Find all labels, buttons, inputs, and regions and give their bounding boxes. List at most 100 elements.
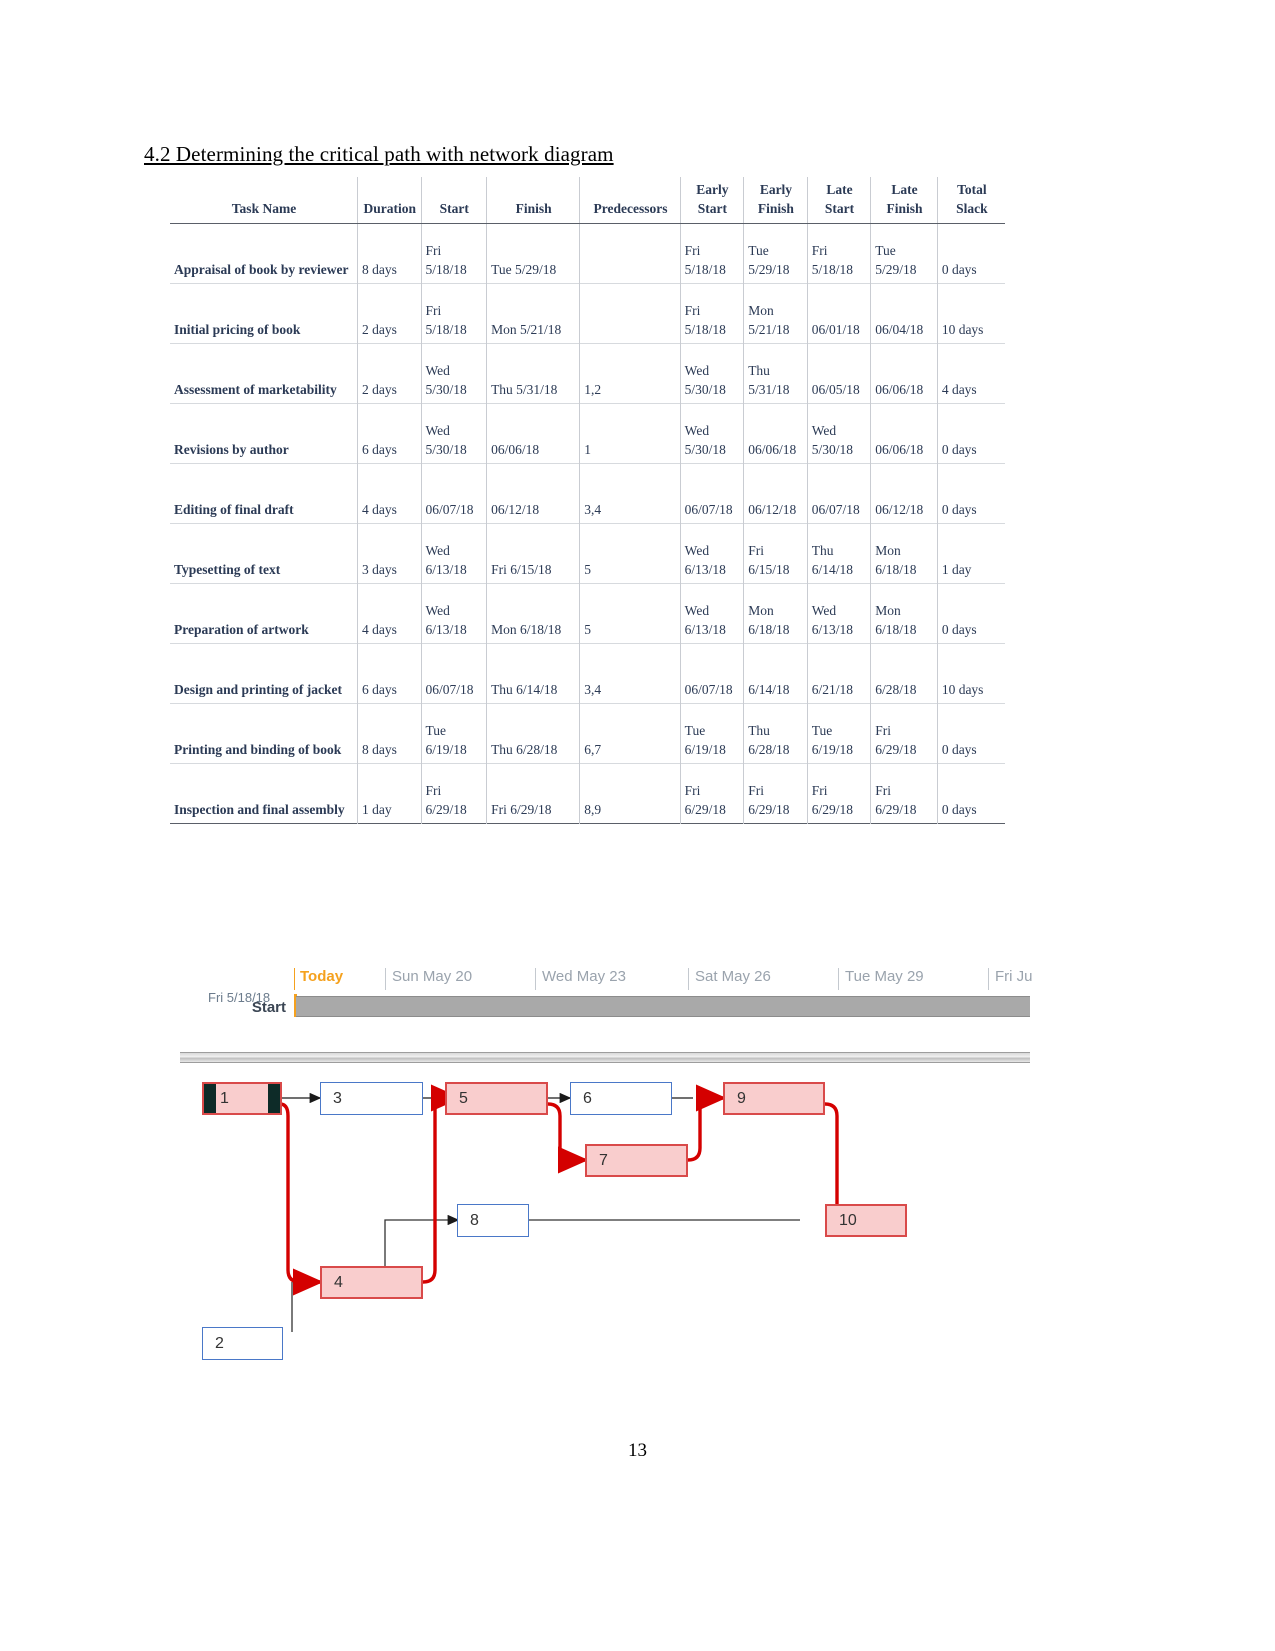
- timescale-tick: [688, 968, 689, 990]
- network-node-2[interactable]: 2: [202, 1327, 283, 1360]
- table-row[interactable]: Initial pricing of book 2 days Fri 5/18/18…: [170, 283, 1005, 344]
- table-row[interactable]: Revisions by author 6 days Wed 5/30/18 06/0…: [170, 403, 1005, 464]
- pane-splitter[interactable]: [180, 1052, 1030, 1063]
- node-label: 7: [599, 1151, 608, 1169]
- network-node-5[interactable]: 5: [445, 1082, 548, 1115]
- gantt-start-date: Fri 5/18/18: [208, 990, 271, 1005]
- cell-late-start: 06/01/18: [806, 283, 871, 344]
- cell-late-finish: 06/12/18: [870, 463, 938, 524]
- cell-finish: Fri 6/15/18: [486, 523, 580, 584]
- cell-task-name: Preparation of artwork: [174, 622, 309, 638]
- network-node-4[interactable]: 4: [320, 1266, 423, 1299]
- cell-duration: 8 days: [356, 703, 421, 764]
- table-row[interactable]: Appraisal of book by reviewer 8 days Fri 5…: [170, 223, 1005, 284]
- cell-predecessors: 8,9: [579, 763, 681, 824]
- cell-early-start: Wed 6/13/18: [679, 523, 744, 584]
- timescale-tick: [988, 968, 989, 990]
- cell-early-finish: Mon 5/21/18: [743, 283, 808, 344]
- cell-duration: 8 days: [356, 223, 421, 284]
- table-row[interactable]: Preparation of artwork 4 days Wed 6/13/18 M…: [170, 583, 1005, 644]
- cell-early-finish: 06/06/18: [743, 403, 808, 464]
- table-row[interactable]: Inspection and final assembly 1 day Fri 6/…: [170, 763, 1005, 824]
- cell-task-name: Revisions by author: [174, 442, 289, 458]
- cell-late-finish: Mon 6/18/18: [870, 583, 938, 644]
- schedule-table-container: Task Name Duration Start Finish Predeces…: [170, 177, 1005, 824]
- cell-late-finish: Tue 5/29/18: [870, 223, 938, 284]
- cell-late-start: 6/21/18: [806, 643, 871, 704]
- column-header-start: Start: [420, 177, 487, 225]
- timescale-tick: [385, 968, 386, 990]
- network-node-3[interactable]: 3: [320, 1082, 423, 1115]
- cell-late-start: Thu 6/14/18: [806, 523, 871, 584]
- cell-duration: 3 days: [356, 523, 421, 584]
- table-row[interactable]: Assessment of marketability 2 days Wed 5/3…: [170, 343, 1005, 404]
- column-header-task-name: Task Name: [170, 177, 358, 225]
- node-label: 10: [839, 1211, 857, 1229]
- cell-task-name: Initial pricing of book: [174, 322, 301, 338]
- gantt-summary-bar[interactable]: [296, 996, 1030, 1017]
- cell-total-slack: 0 days: [936, 403, 1005, 464]
- cell-predecessors: 3,4: [579, 643, 681, 704]
- column-header-early-finish: Early Finish: [743, 177, 808, 225]
- cell-finish: 06/06/18: [486, 403, 580, 464]
- network-node-8[interactable]: 8: [457, 1204, 529, 1237]
- node-selection-handle-right: [268, 1084, 280, 1113]
- cell-duration: 6 days: [356, 403, 421, 464]
- timescale-label-row: Today Sun May 20 Wed May 23 Sat May 26 T…: [180, 958, 1033, 992]
- cell-late-start: 06/05/18: [806, 343, 871, 404]
- timescale-label-today: Today: [300, 968, 344, 985]
- cell-start: Wed 5/30/18: [420, 403, 487, 464]
- cell-early-finish: Mon 6/18/18: [743, 583, 808, 644]
- cell-finish: Mon 5/21/18: [486, 283, 580, 344]
- cell-late-start: Fri 6/29/18: [806, 763, 871, 824]
- cell-start: Wed 6/13/18: [420, 523, 487, 584]
- cell-late-finish: Mon 6/18/18: [870, 523, 938, 584]
- node-label: 1: [220, 1089, 229, 1107]
- cell-task-name: Assessment of marketability: [174, 382, 337, 398]
- cell-early-finish: Thu 6/28/18: [743, 703, 808, 764]
- cell-early-finish: 6/14/18: [743, 643, 808, 704]
- timescale-tick: [838, 968, 839, 990]
- cell-duration: 6 days: [356, 643, 421, 704]
- network-node-6[interactable]: 6: [570, 1082, 672, 1115]
- table-row[interactable]: Printing and binding of book 8 days Tue 6/…: [170, 703, 1005, 764]
- network-node-10[interactable]: 10: [825, 1204, 907, 1237]
- cell-finish: Tue 5/29/18: [486, 223, 580, 284]
- cell-total-slack: 0 days: [936, 763, 1005, 824]
- table-row[interactable]: Typesetting of text 3 days Wed 6/13/18 Fri …: [170, 523, 1005, 584]
- cell-task-name: Typesetting of text: [174, 562, 281, 578]
- document-page: 4.2 Determining the critical path with n…: [0, 0, 1275, 1651]
- cell-task-name: Printing and binding of book: [174, 742, 342, 758]
- cell-late-start: Fri 5/18/18: [806, 223, 871, 284]
- cell-late-start: Wed 6/13/18: [806, 583, 871, 644]
- cell-finish: Mon 6/18/18: [486, 583, 580, 644]
- table-row[interactable]: Design and printing of jacket 6 days 06/07…: [170, 643, 1005, 704]
- cell-late-finish: 06/06/18: [870, 403, 938, 464]
- cell-duration: 1 day: [356, 763, 421, 824]
- network-node-9[interactable]: 9: [723, 1082, 825, 1115]
- cell-early-start: Tue 6/19/18: [679, 703, 744, 764]
- node-selection-handle-left: [204, 1084, 216, 1113]
- cell-total-slack: 1 day: [936, 523, 1005, 584]
- table-header-row: Task Name Duration Start Finish Predeces…: [170, 177, 1005, 225]
- cell-predecessors: 6,7: [579, 703, 681, 764]
- cell-early-start: Wed 5/30/18: [679, 343, 744, 404]
- cell-start: Fri 5/18/18: [420, 223, 487, 284]
- column-header-finish: Finish: [486, 177, 580, 225]
- cell-finish: Thu 6/14/18: [486, 643, 580, 704]
- cell-start: Fri 5/18/18: [420, 283, 487, 344]
- cell-total-slack: 0 days: [936, 463, 1005, 524]
- network-node-7[interactable]: 7: [585, 1144, 688, 1177]
- schedule-table-body: Appraisal of book by reviewer 8 days Fri 5…: [170, 223, 1005, 824]
- cell-total-slack: 10 days: [936, 283, 1005, 344]
- column-header-late-start: Late Start: [806, 177, 871, 225]
- cell-duration: 2 days: [356, 283, 421, 344]
- cell-early-start: Fri 6/29/18: [679, 763, 744, 824]
- network-diagram: 1 3 5 6 9 7 8 10 4 2: [180, 1070, 1040, 1370]
- network-node-1[interactable]: 1: [202, 1082, 282, 1115]
- cell-early-finish: 06/12/18: [743, 463, 808, 524]
- node-label: 6: [583, 1089, 592, 1107]
- cell-finish: 06/12/18: [486, 463, 580, 524]
- table-row[interactable]: Editing of final draft 4 days 06/07/18 06/1…: [170, 463, 1005, 524]
- node-label: 4: [334, 1273, 343, 1291]
